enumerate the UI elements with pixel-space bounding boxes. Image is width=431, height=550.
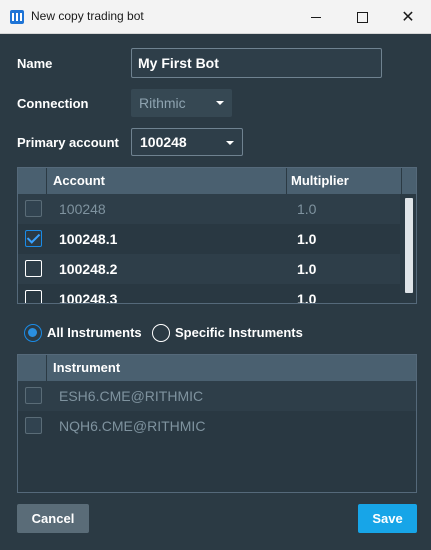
- table-row[interactable]: 100248.1 1.0: [18, 224, 416, 254]
- multiplier-cell[interactable]: 1.0: [297, 291, 316, 303]
- instruments-table: Instrument ESH6.CME@RITHMIC NQH6.CME@RIT…: [17, 354, 417, 493]
- multiplier-cell: 1.0: [297, 201, 317, 217]
- connection-value: Rithmic: [139, 95, 186, 111]
- accounts-table: Account Multiplier 100248 1.0 100248.1 1…: [17, 167, 417, 304]
- row-checkbox: [25, 200, 42, 217]
- app-logo-icon: [10, 10, 24, 24]
- instruments-table-header: Instrument: [18, 355, 416, 381]
- connection-select[interactable]: Rithmic: [131, 89, 232, 117]
- all-instruments-label[interactable]: All Instruments: [47, 325, 142, 340]
- table-row[interactable]: 100248.3 1.0: [18, 284, 416, 304]
- header-divider: [286, 168, 287, 194]
- account-cell: 100248.1: [59, 231, 118, 247]
- save-button[interactable]: Save: [358, 504, 417, 533]
- instrument-cell: ESH6.CME@RITHMIC: [59, 388, 204, 404]
- instrument-cell: NQH6.CME@RITHMIC: [59, 418, 206, 434]
- window-title: New copy trading bot: [31, 9, 144, 23]
- name-input[interactable]: [131, 48, 382, 78]
- primary-account-value: 100248: [140, 134, 187, 150]
- scrollbar-thumb[interactable]: [405, 198, 413, 293]
- header-divider: [46, 168, 47, 194]
- chevron-down-icon: [216, 101, 224, 105]
- account-cell: 100248.3: [59, 291, 118, 304]
- row-checkbox: [25, 417, 42, 434]
- account-cell: 100248.2: [59, 261, 118, 277]
- all-instruments-radio[interactable]: [24, 324, 42, 342]
- table-row: ESH6.CME@RITHMIC: [18, 381, 416, 411]
- close-button[interactable]: ✕: [385, 0, 431, 34]
- title-bar: New copy trading bot ✕: [0, 0, 431, 34]
- name-label: Name: [17, 56, 53, 71]
- table-row: 100248 1.0: [18, 194, 416, 224]
- header-divider: [401, 168, 402, 194]
- column-header-multiplier[interactable]: Multiplier: [291, 173, 349, 188]
- connection-label: Connection: [17, 96, 89, 111]
- minimize-button[interactable]: [293, 0, 339, 34]
- row-checkbox[interactable]: [25, 260, 42, 277]
- header-divider: [46, 355, 47, 381]
- accounts-table-header: Account Multiplier: [18, 168, 416, 194]
- primary-account-label: Primary account: [17, 135, 119, 150]
- multiplier-cell[interactable]: 1.0: [297, 261, 316, 277]
- specific-instruments-label[interactable]: Specific Instruments: [175, 325, 303, 340]
- row-checkbox[interactable]: [25, 230, 42, 247]
- table-row: NQH6.CME@RITHMIC: [18, 411, 416, 441]
- specific-instruments-radio[interactable]: [152, 324, 170, 342]
- primary-account-select[interactable]: 100248: [131, 128, 243, 156]
- account-cell: 100248: [59, 201, 106, 217]
- cancel-button[interactable]: Cancel: [17, 504, 89, 533]
- row-checkbox: [25, 387, 42, 404]
- row-checkbox[interactable]: [25, 290, 42, 303]
- multiplier-cell[interactable]: 1.0: [297, 231, 316, 247]
- maximize-button[interactable]: [339, 0, 385, 34]
- column-header-account[interactable]: Account: [53, 173, 105, 188]
- table-row[interactable]: 100248.2 1.0: [18, 254, 416, 284]
- column-header-instrument[interactable]: Instrument: [53, 360, 120, 375]
- chevron-down-icon: [226, 141, 234, 145]
